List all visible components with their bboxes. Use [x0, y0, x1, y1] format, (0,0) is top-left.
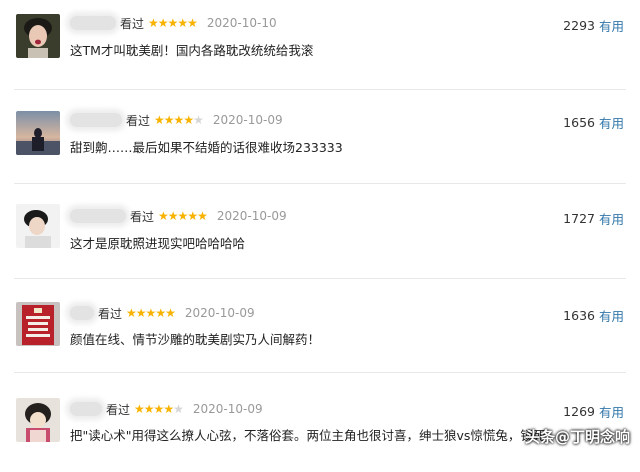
comment-date: 2020-10-09	[216, 209, 287, 223]
star-filled-icon: ★	[157, 16, 169, 30]
star-filled-icon: ★	[177, 16, 188, 30]
username-blurred[interactable]	[70, 306, 94, 320]
watch-status: 看过	[98, 306, 123, 321]
star-filled-icon: ★	[187, 16, 198, 30]
star-filled-icon: ★	[177, 209, 189, 223]
username-blurred[interactable]	[70, 402, 102, 416]
comment-meta: 看过 ★ ★ ★ ★ ★ 2020-10-09	[70, 111, 283, 129]
vote-area: 2293 有用	[563, 16, 624, 35]
comment-item: 看过 ★ ★ ★ ★ ★ 2020-10-09 甜到齁……最后如果不结婚的话很难收场23…	[0, 95, 640, 187]
avatar[interactable]	[16, 204, 60, 248]
rating-stars: ★ ★ ★ ★ ★	[154, 113, 204, 127]
watch-status: 看过	[130, 209, 155, 224]
comment-item: 看过 ★ ★ ★ ★ ★ 2020-10-09 颜值在线、情节沙雕的耽美剧实乃人间解药！…	[0, 284, 640, 376]
star-filled-icon: ★	[126, 306, 137, 320]
vote-count: 1727	[563, 211, 595, 226]
watch-status: 看过	[126, 113, 151, 128]
star-filled-icon: ★	[165, 306, 176, 320]
comment-date: 2020-10-10	[206, 16, 277, 30]
useful-button[interactable]: 有用	[599, 209, 624, 228]
rating-stars: ★ ★ ★ ★ ★	[158, 209, 208, 223]
star-filled-icon: ★	[163, 113, 175, 127]
star-filled-icon: ★	[197, 209, 208, 223]
vote-count: 1636	[563, 308, 595, 323]
star-filled-icon: ★	[155, 306, 166, 320]
rating-stars: ★ ★ ★ ★ ★	[148, 16, 198, 30]
comment-item: 看过 ★ ★ ★ ★ ★ 2020-10-09 这才是原耽照进现实吧哈哈哈哈 1727 …	[0, 190, 640, 282]
star-filled-icon: ★	[158, 209, 169, 223]
comment-date: 2020-10-09	[192, 402, 263, 416]
avatar[interactable]	[16, 398, 60, 442]
useful-button[interactable]: 有用	[599, 402, 624, 421]
divider	[14, 278, 626, 279]
comment-text: 这才是原耽照进现实吧哈哈哈哈	[70, 236, 246, 251]
star-filled-icon: ★	[167, 209, 179, 223]
vote-count: 1656	[563, 115, 595, 130]
useful-button[interactable]: 有用	[599, 113, 624, 132]
comment-text: 把"读心术"用得这么撩人心弦，不落俗套。两位主角也很讨喜，绅士狼vs惊慌兔，锁死	[70, 428, 546, 443]
star-empty-icon: ★	[173, 402, 184, 416]
comment-meta: 看过 ★ ★ ★ ★ ★ 2020-10-09	[70, 400, 263, 418]
star-empty-icon: ★	[193, 113, 204, 127]
star-filled-icon: ★	[135, 306, 147, 320]
star-filled-icon: ★	[163, 402, 174, 416]
star-filled-icon: ★	[167, 16, 179, 30]
comment-date: 2020-10-09	[184, 306, 255, 320]
star-filled-icon: ★	[145, 306, 157, 320]
star-filled-icon: ★	[154, 113, 165, 127]
vote-area: 1727 有用	[563, 209, 624, 228]
star-filled-icon: ★	[148, 16, 159, 30]
username-blurred[interactable]	[70, 113, 122, 127]
useful-button[interactable]: 有用	[599, 306, 624, 325]
comment-text: 这TM才叫耽美剧！国内各路耽改统统给我滚	[70, 43, 314, 58]
vote-area: 1636 有用	[563, 306, 624, 325]
rating-stars: ★ ★ ★ ★ ★	[126, 306, 176, 320]
star-filled-icon: ★	[183, 113, 194, 127]
comment-date: 2020-10-09	[212, 113, 283, 127]
star-filled-icon: ★	[173, 113, 185, 127]
vote-count: 2293	[563, 18, 595, 33]
divider	[14, 183, 626, 184]
watch-status: 看过	[106, 402, 131, 417]
watermark: 头条@丁明念响	[524, 428, 630, 446]
username-blurred[interactable]	[70, 209, 126, 223]
divider	[14, 89, 626, 90]
avatar[interactable]	[16, 111, 60, 155]
useful-button[interactable]: 有用	[599, 16, 624, 35]
avatar[interactable]	[16, 302, 60, 346]
comment-text: 甜到齁……最后如果不结婚的话很难收场233333	[70, 140, 343, 155]
username-blurred[interactable]	[70, 16, 116, 30]
star-filled-icon: ★	[187, 209, 198, 223]
divider	[14, 372, 626, 373]
comment-item: 看过 ★ ★ ★ ★ ★ 2020-10-10 这TM才叫耽美剧！国内各路耽改统统给我滚…	[0, 0, 640, 92]
comment-meta: 看过 ★ ★ ★ ★ ★ 2020-10-10	[70, 14, 277, 32]
vote-area: 1269 有用	[563, 402, 624, 421]
vote-count: 1269	[563, 404, 595, 419]
rating-stars: ★ ★ ★ ★ ★	[134, 402, 184, 416]
watch-status: 看过	[120, 16, 145, 31]
vote-area: 1656 有用	[563, 113, 624, 132]
comment-meta: 看过 ★ ★ ★ ★ ★ 2020-10-09	[70, 304, 255, 322]
star-filled-icon: ★	[153, 402, 165, 416]
star-filled-icon: ★	[143, 402, 155, 416]
comment-meta: 看过 ★ ★ ★ ★ ★ 2020-10-09	[70, 207, 287, 225]
comment-text: 颜值在线、情节沙雕的耽美剧实乃人间解药！	[70, 332, 321, 347]
star-filled-icon: ★	[134, 402, 145, 416]
avatar[interactable]	[16, 14, 60, 58]
